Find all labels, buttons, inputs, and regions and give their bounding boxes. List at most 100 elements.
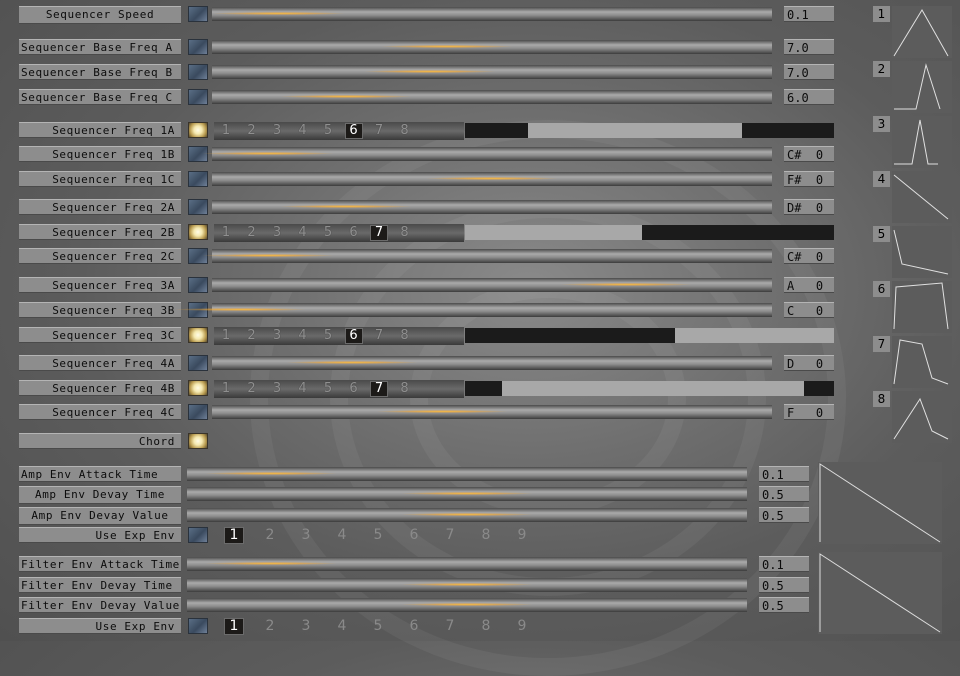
step-range-bar[interactable] <box>465 225 834 240</box>
sequencer-freq-slider[interactable] <box>212 172 772 186</box>
sequencer-freq-slider[interactable] <box>175 303 772 317</box>
amp-env-decay-time-slider[interactable] <box>187 487 747 501</box>
step-4-button[interactable]: 4 <box>294 225 312 241</box>
chord-toggle[interactable] <box>188 433 208 449</box>
step-8-button[interactable]: 8 <box>396 225 414 241</box>
step-7-button[interactable]: 7 <box>370 123 388 139</box>
step-3-button[interactable]: 3 <box>268 123 286 139</box>
exp-option-1-button[interactable]: 1 <box>224 527 244 544</box>
step-1-button[interactable]: 1 <box>217 225 235 241</box>
exp-option-5-button[interactable]: 5 <box>368 527 388 544</box>
waveform-6-number: 6 <box>873 281 890 297</box>
waveform-1-graph[interactable] <box>892 6 952 58</box>
step-range-bar[interactable] <box>465 123 834 138</box>
step-7-button[interactable]: 7 <box>370 225 388 241</box>
sequencer-freq-slider[interactable] <box>212 278 772 292</box>
step-3-button[interactable]: 3 <box>268 328 286 344</box>
step-6-button[interactable]: 6 <box>344 123 363 139</box>
step-8-button[interactable]: 8 <box>396 381 414 397</box>
sequencer-freq-slider[interactable] <box>203 249 772 263</box>
step-4-button[interactable]: 4 <box>294 381 312 397</box>
step-mode-toggle[interactable] <box>188 122 208 138</box>
step-5-button[interactable]: 5 <box>319 123 337 139</box>
sequencer-freq-mod-button[interactable] <box>188 199 208 215</box>
exp-option-3-button[interactable]: 3 <box>296 618 316 635</box>
step-6-button[interactable]: 6 <box>344 328 363 344</box>
sequencer-speed-mod-button[interactable] <box>188 6 208 22</box>
base-freq-a-slider[interactable] <box>212 40 772 54</box>
exp-option-7-button[interactable]: 7 <box>440 527 460 544</box>
step-6-button[interactable]: 6 <box>345 225 363 241</box>
exp-option-1-button[interactable]: 1 <box>224 618 244 635</box>
sequencer-freq-mod-button[interactable] <box>188 355 208 371</box>
step-5-button[interactable]: 5 <box>319 328 337 344</box>
step-1-button[interactable]: 1 <box>217 381 235 397</box>
amp-env-decay-value-slider[interactable] <box>187 508 747 522</box>
base-freq-c-mod-button[interactable] <box>188 89 208 105</box>
step-3-button[interactable]: 3 <box>268 225 286 241</box>
exp-option-8-button[interactable]: 8 <box>476 527 496 544</box>
step-1-button[interactable]: 1 <box>217 123 235 139</box>
step-2-button[interactable]: 2 <box>243 123 261 139</box>
base-freq-a-mod-button[interactable] <box>188 39 208 55</box>
waveform-8-graph[interactable] <box>892 391 952 443</box>
filter-env-use-exp-label: Use Exp Env <box>19 618 181 634</box>
amp-env-use-exp-mod-button[interactable] <box>188 527 208 543</box>
filter-env-use-exp-mod-button[interactable] <box>188 618 208 634</box>
exp-option-7-button[interactable]: 7 <box>440 618 460 635</box>
step-4-button[interactable]: 4 <box>294 328 312 344</box>
exp-option-3-button[interactable]: 3 <box>296 527 316 544</box>
step-range-bar[interactable] <box>465 328 834 343</box>
exp-option-8-button[interactable]: 8 <box>476 618 496 635</box>
step-2-button[interactable]: 2 <box>243 381 261 397</box>
step-1-button[interactable]: 1 <box>217 328 235 344</box>
step-3-button[interactable]: 3 <box>268 381 286 397</box>
exp-option-4-button[interactable]: 4 <box>332 527 352 544</box>
base-freq-b-mod-button[interactable] <box>188 64 208 80</box>
sequencer-freq-slider[interactable] <box>203 147 772 161</box>
note-value: D# 0 <box>784 199 834 215</box>
sequencer-speed-slider[interactable] <box>212 7 772 21</box>
exp-option-6-button[interactable]: 6 <box>404 527 424 544</box>
step-4-button[interactable]: 4 <box>294 123 312 139</box>
exp-option-4-button[interactable]: 4 <box>332 618 352 635</box>
sequencer-freq-slider[interactable] <box>212 405 772 419</box>
step-5-button[interactable]: 5 <box>319 381 337 397</box>
exp-option-2-button[interactable]: 2 <box>260 618 280 635</box>
step-mode-toggle[interactable] <box>188 224 208 240</box>
step-7-button[interactable]: 7 <box>370 381 388 397</box>
step-7-button[interactable]: 7 <box>370 328 388 344</box>
step-6-button[interactable]: 6 <box>345 381 363 397</box>
step-mode-toggle[interactable] <box>188 327 208 343</box>
exp-option-2-button[interactable]: 2 <box>260 527 280 544</box>
step-8-button[interactable]: 8 <box>396 328 414 344</box>
sequencer-freq-slider[interactable] <box>212 356 772 370</box>
step-5-button[interactable]: 5 <box>319 225 337 241</box>
waveform-3-graph[interactable] <box>892 116 952 168</box>
step-2-button[interactable]: 2 <box>243 328 261 344</box>
waveform-4-graph[interactable] <box>892 171 952 223</box>
sequencer-freq-slider[interactable] <box>212 200 772 214</box>
sequencer-freq-mod-button[interactable] <box>188 171 208 187</box>
waveform-5-graph[interactable] <box>892 226 952 278</box>
base-freq-c-slider[interactable] <box>212 90 772 104</box>
exp-option-6-button[interactable]: 6 <box>404 618 424 635</box>
waveform-6-graph[interactable] <box>892 281 952 333</box>
exp-option-5-button[interactable]: 5 <box>368 618 388 635</box>
waveform-2-graph[interactable] <box>892 61 952 113</box>
sequencer-freq-mod-button[interactable] <box>188 404 208 420</box>
waveform-7-graph[interactable] <box>892 336 952 388</box>
step-2-button[interactable]: 2 <box>243 225 261 241</box>
filter-env-attack-slider[interactable] <box>187 557 747 571</box>
step-selector: 12345678 <box>214 122 464 140</box>
step-range-bar[interactable] <box>465 381 834 396</box>
step-8-button[interactable]: 8 <box>396 123 414 139</box>
exp-option-9-button[interactable]: 9 <box>512 527 532 544</box>
amp-env-attack-slider[interactable] <box>187 467 747 481</box>
base-freq-b-slider[interactable] <box>212 65 772 79</box>
step-mode-toggle[interactable] <box>188 380 208 396</box>
exp-option-9-button[interactable]: 9 <box>512 618 532 635</box>
filter-env-decay-value-slider[interactable] <box>187 598 747 612</box>
sequencer-freq-mod-button[interactable] <box>188 277 208 293</box>
filter-env-decay-time-slider[interactable] <box>187 578 747 592</box>
